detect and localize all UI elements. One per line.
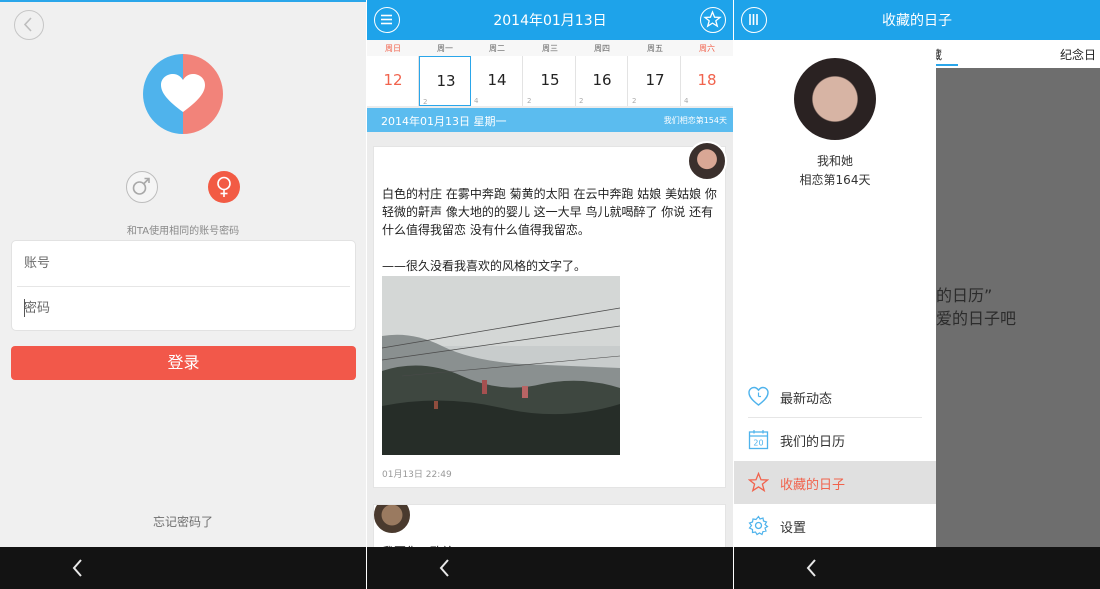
date-number: 18 (697, 71, 717, 89)
couple-name: 我和她 (816, 154, 853, 168)
calendar-icon: 20 (748, 430, 769, 450)
back-button[interactable] (14, 10, 44, 40)
date-cell[interactable]: 17 2 (629, 56, 681, 106)
landscape-photo (382, 276, 620, 455)
password-input[interactable] (24, 296, 344, 320)
drawer-header: 收藏的日子 (734, 0, 1100, 40)
female-symbol-icon (217, 176, 231, 197)
heart-icon (161, 74, 205, 112)
favorite-button[interactable] (700, 7, 726, 33)
login-screen: 和TA使用相同的账号密码 登录 忘记密码了 (0, 0, 366, 589)
weekday-row: 周日 周一 周二 周三 周四 周五 周六 (367, 40, 733, 56)
love-days: 相恋第164天 (799, 173, 871, 187)
date-row: 12 13 2 14 4 15 2 16 2 17 2 18 4 (367, 56, 733, 106)
system-nav-bar (367, 547, 733, 589)
account-input[interactable] (24, 251, 344, 275)
post-paragraph: ——很久没看我喜欢的风格的文字了。 (382, 259, 587, 273)
weekday-label: 周六 (699, 44, 715, 53)
nav-back-icon[interactable] (800, 556, 824, 580)
drawer-screen: 收藏的日子 藏 纪念日 的日历” 爱的日子吧 我和她 相恋第164天 最新动态 (734, 0, 1100, 589)
date-number: 13 (436, 72, 456, 90)
tab-underline (936, 64, 958, 66)
gear-icon (748, 515, 769, 536)
date-cell[interactable]: 16 2 (576, 56, 628, 106)
date-number: 15 (540, 71, 560, 89)
calendar-screen: 2014年01月13日 周日 周一 周二 周三 周四 周五 周六 12 13 2… (367, 0, 733, 589)
menu-item-label: 设置 (780, 521, 807, 536)
system-nav-bar (734, 547, 1100, 589)
love-days-text: 我们相恋第154天 (663, 116, 727, 125)
nav-back-icon[interactable] (66, 556, 90, 580)
weekday-label: 周二 (489, 44, 505, 53)
menu-item-calendar[interactable]: 20 我们的日历 (734, 418, 936, 461)
login-form (11, 240, 356, 331)
account-row (12, 241, 355, 286)
background-tabs: 藏 纪念日 (930, 40, 1100, 68)
menu-item-label: 最新动态 (780, 392, 833, 407)
avatar[interactable] (687, 141, 727, 181)
weekday-label: 周四 (594, 44, 610, 53)
calendar-header: 2014年01月13日 (367, 0, 733, 40)
weekday-label: 周一 (437, 44, 453, 53)
male-symbol-icon (132, 177, 150, 195)
date-cell[interactable]: 12 (367, 56, 419, 106)
system-nav-bar (0, 547, 366, 589)
hint-line: 的日历” (936, 286, 993, 305)
male-gender-button[interactable] (126, 171, 158, 203)
date-cell[interactable]: 18 4 (681, 56, 733, 106)
date-cell[interactable]: 14 4 (471, 56, 523, 106)
star-outline-icon (703, 10, 722, 28)
menu-item-label: 收藏的日子 (780, 478, 846, 493)
menu-item-latest[interactable]: 最新动态 (734, 375, 936, 418)
side-drawer: 我和她 相恋第164天 最新动态 20 我们的日历 收藏的日子 设置 (734, 40, 936, 547)
entry-count: 2 (579, 97, 584, 105)
text-caret (24, 299, 25, 317)
drawer-title: 收藏的日子 (882, 13, 952, 29)
post-photo[interactable] (382, 276, 620, 455)
avatar[interactable] (794, 58, 876, 140)
female-gender-button[interactable] (208, 171, 240, 203)
post-timestamp: 01月13日 22:49 (382, 470, 452, 480)
star-icon (748, 472, 769, 493)
avatar[interactable] (374, 505, 412, 535)
hint-line: 爱的日子吧 (936, 309, 1017, 328)
weekday-label: 周日 (385, 44, 401, 53)
forgot-password-link[interactable]: 忘记密码了 (0, 513, 366, 530)
post-card[interactable]: 白色的村庄 在雾中奔跑 菊黄的太阳 在云中奔跑 姑娘 美姑娘 你轻微的鼾声 像大… (373, 141, 727, 488)
menu-item-label: 我们的日历 (780, 435, 846, 450)
post-paragraph: 白色的村庄 在雾中奔跑 菊黄的太阳 在云中奔跑 姑娘 美姑娘 你轻微的鼾声 像大… (382, 187, 717, 237)
top-accent-line (0, 0, 366, 2)
heart-clock-icon (748, 386, 769, 406)
calendar-title: 2014年01月13日 (493, 13, 607, 29)
entry-count: 2 (423, 98, 428, 106)
entry-count: 2 (527, 97, 532, 105)
entry-count: 4 (684, 97, 689, 105)
date-number: 12 (383, 71, 403, 89)
menu-item-favorites[interactable]: 收藏的日子 (734, 461, 936, 504)
weekday-label: 周五 (647, 44, 663, 53)
date-cell-selected[interactable]: 13 2 (419, 56, 471, 106)
background-empty-hint: 的日历” 爱的日子吧 (936, 284, 1016, 330)
same-account-hint: 和TA使用相同的账号密码 (126, 226, 240, 237)
app-logo (143, 54, 223, 134)
date-number: 14 (487, 71, 507, 89)
login-button[interactable]: 登录 (11, 346, 356, 380)
calendar-icon-day: 20 (753, 439, 763, 448)
tab-anniversary[interactable]: 纪念日 (1060, 46, 1096, 63)
entry-count: 2 (632, 97, 637, 105)
date-info-bar: 2014年01月13日 星期一 我们相恋第154天 (367, 108, 733, 132)
selected-date-text: 2014年01月13日 星期一 (381, 115, 507, 128)
chevron-left-icon (23, 17, 32, 32)
entry-count: 4 (474, 97, 479, 105)
date-number: 16 (592, 71, 612, 89)
weekday-label: 周三 (542, 44, 558, 53)
date-cell[interactable]: 15 2 (524, 56, 576, 106)
password-row (12, 286, 355, 331)
nav-back-icon[interactable] (433, 556, 457, 580)
menu-item-settings[interactable]: 设置 (734, 504, 936, 547)
date-number: 17 (645, 71, 665, 89)
